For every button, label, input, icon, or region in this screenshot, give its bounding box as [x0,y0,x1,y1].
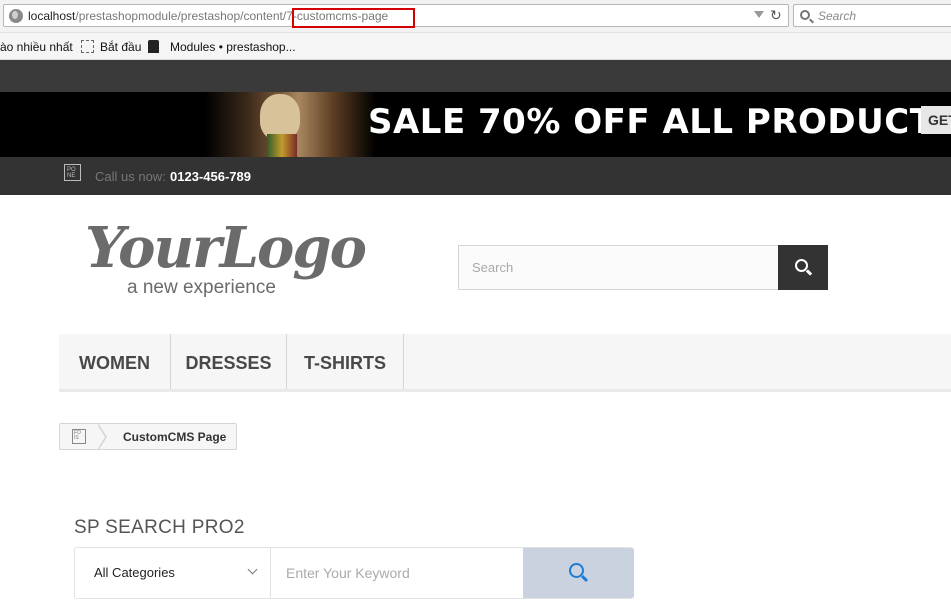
phone-number: 0123-456-789 [170,169,251,184]
site-logo[interactable]: YourLogo a new experience [85,215,375,300]
sp-search-button[interactable] [523,548,634,598]
bookmark-getting-started[interactable]: Bắt đầu [100,40,141,54]
search-icon [569,563,584,578]
header-search-input[interactable]: Search [458,245,779,290]
header-search-button[interactable] [778,245,828,290]
logo-wordmark: YourLogo [85,215,367,281]
breadcrumb: FO ÌS CustomCMS Page [59,423,237,451]
globe-icon [9,9,23,23]
category-selected: All Categories [94,565,175,580]
search-icon [795,259,808,272]
menu-item-tshirts[interactable]: T-SHIRTS [287,334,404,389]
search-icon [800,10,810,20]
url-highlight-box [292,8,415,28]
banner-cta-button[interactable]: GET [921,106,951,134]
main-menu: WOMEN DRESSES T-SHIRTS [59,334,951,392]
sp-search-box: All Categories Enter Your Keyword [74,547,634,599]
menu-item-dresses[interactable]: DRESSES [171,334,287,389]
puzzle-icon [148,40,159,53]
bookmark-most-visited[interactable]: ào nhiều nhất [0,40,73,54]
module-title: SP SEARCH PRO2 [74,517,245,538]
url-path: /prestashopmodule/prestashop/content/ [75,9,287,23]
logo-tagline: a new experience [127,277,276,298]
banner-headline: SALE 70% OFF ALL PRODUCTS [368,102,951,142]
url-host: localhost [28,9,76,23]
menu-item-women[interactable]: WOMEN [59,334,171,389]
browser-search-input[interactable]: Search [793,4,951,27]
url-dropdown-icon[interactable] [754,11,764,18]
top-nav-bar [0,60,951,92]
address-bar[interactable]: localhost/prestashopmodule/prestashop/co… [3,4,789,28]
browser-search-placeholder: Search [818,9,857,23]
bookmark-modules[interactable]: Modules • prestashop... [170,40,296,54]
call-us-label: Call us now: [95,169,166,184]
contact-bar: PO NE Call us now: 0123-456-789 [0,157,951,195]
breadcrumb-separator [97,423,107,451]
chevron-down-icon [247,564,258,575]
browser-toolbar: localhost/prestashopmodule/prestashop/co… [0,0,951,33]
bookmarks-bar: ào nhiều nhất Bắt đầu Modules • prestash… [0,33,951,60]
banner-model-image [205,92,375,157]
header-search-placeholder: Search [472,260,514,275]
reload-icon[interactable]: ↻ [770,7,782,24]
phone-icon: PO NE [64,164,81,181]
home-icon[interactable]: FO ÌS [72,429,86,444]
keyword-input[interactable]: Enter Your Keyword [286,565,410,581]
breadcrumb-current: CustomCMS Page [123,430,227,444]
category-select[interactable]: All Categories [75,548,271,598]
folder-icon [81,40,94,53]
promo-banner[interactable]: SALE 70% OFF ALL PRODUCTS GET [0,92,951,157]
